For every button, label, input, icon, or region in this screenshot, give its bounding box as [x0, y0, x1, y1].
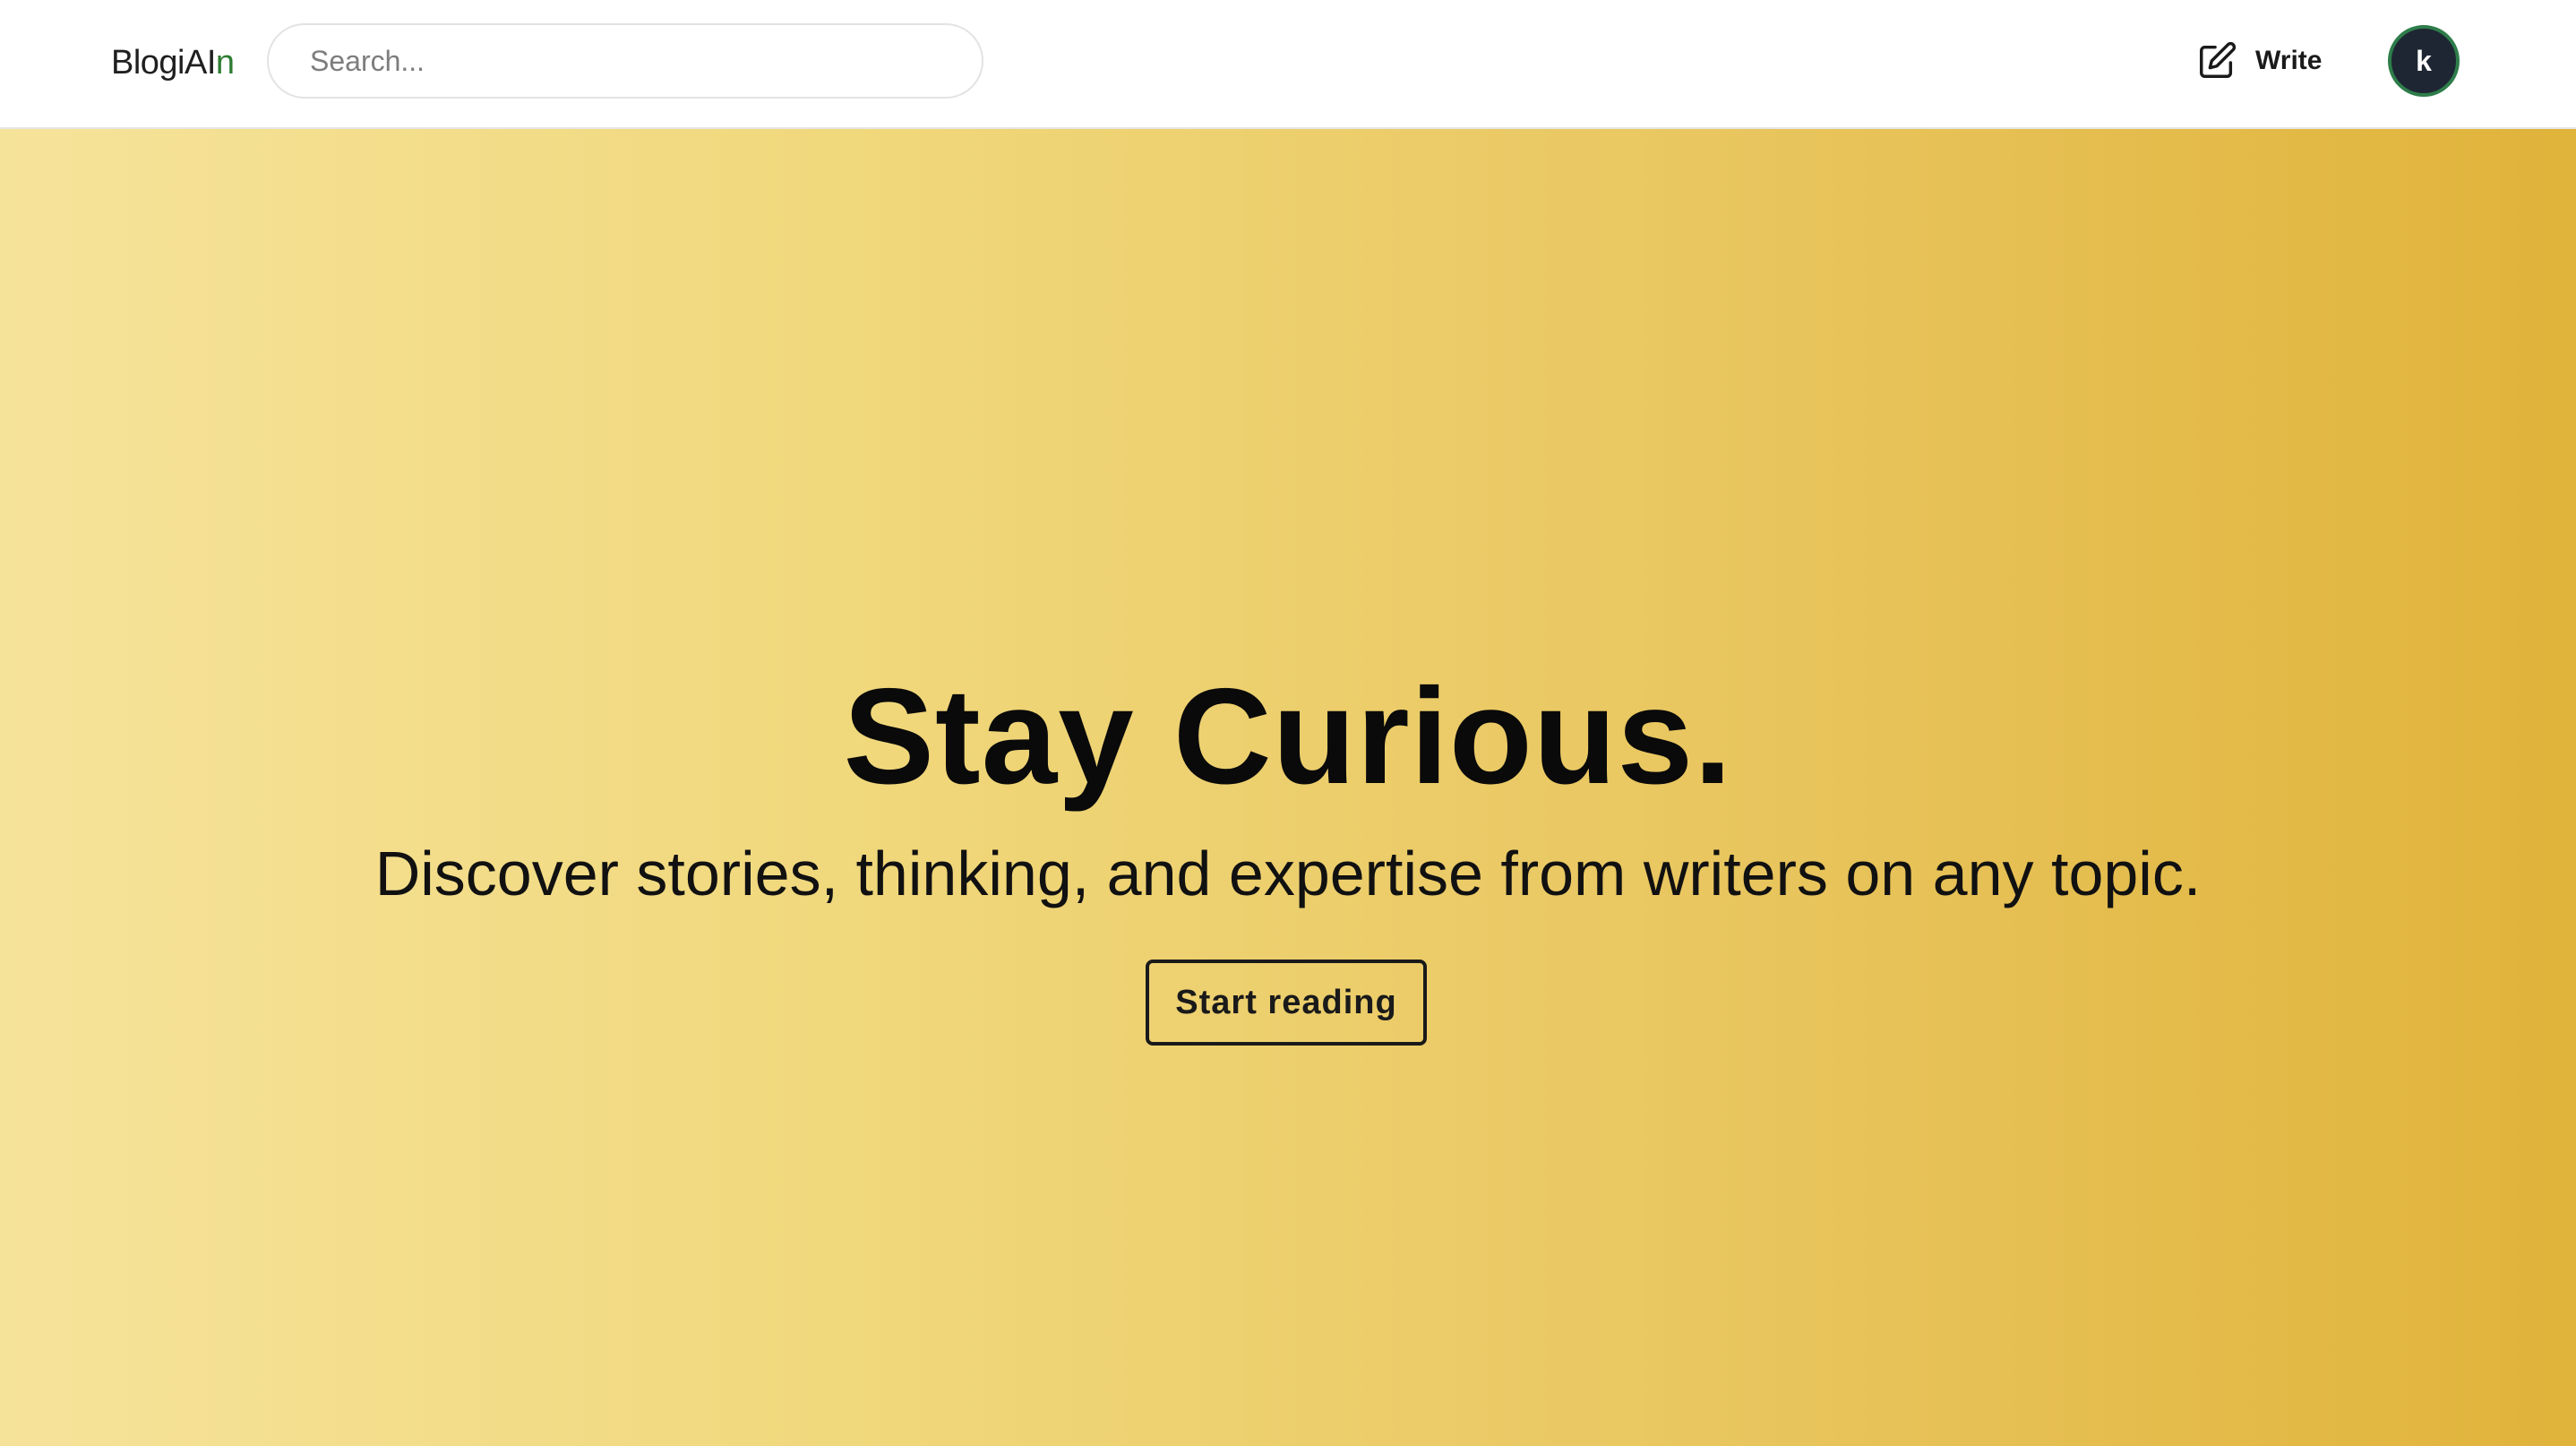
hero-section: Stay Curious. Discover stories, thinking… — [0, 129, 2576, 1446]
user-avatar[interactable]: k — [2388, 25, 2460, 97]
page: BlogiAIn Write k Stay Curious. Discover … — [0, 0, 2576, 1446]
start-reading-button[interactable]: Start reading — [1146, 960, 1427, 1046]
write-button[interactable]: Write — [2196, 36, 2322, 86]
search-input[interactable] — [267, 23, 983, 99]
pencil-square-icon — [2196, 40, 2237, 82]
logo-text: BlogiAI — [111, 44, 216, 82]
top-navbar: BlogiAIn Write k — [0, 0, 2576, 129]
hero-title: Stay Curious. — [843, 660, 1733, 813]
hero-subtitle: Discover stories, thinking, and expertis… — [374, 839, 2202, 908]
write-label: Write — [2255, 46, 2323, 75]
avatar-initial: k — [2416, 45, 2432, 77]
logo-accent-letter: n — [215, 44, 235, 82]
site-logo[interactable]: BlogiAIn — [111, 39, 235, 86]
